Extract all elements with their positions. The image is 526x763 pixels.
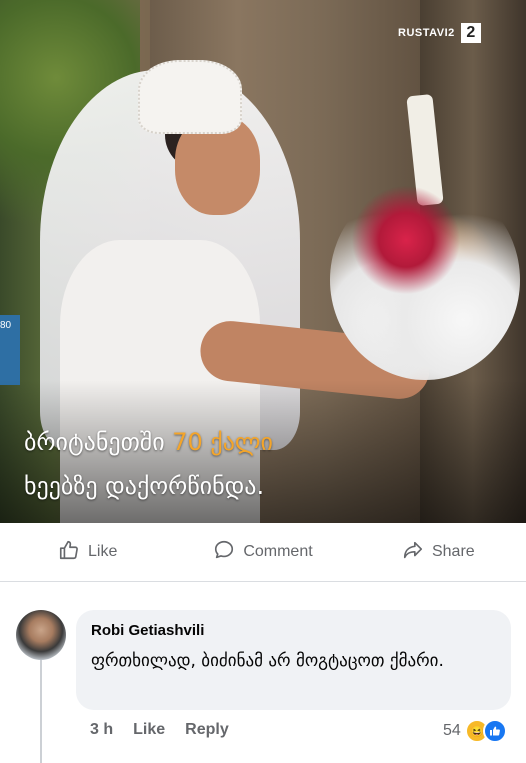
thumbs-up-icon xyxy=(58,539,80,566)
comment-icon xyxy=(213,539,235,566)
share-button[interactable]: Share xyxy=(351,539,526,566)
post-actions-bar: Like Comment Share xyxy=(0,523,526,582)
avatar[interactable] xyxy=(16,610,66,660)
comment-like-link[interactable]: Like xyxy=(133,721,165,739)
comment-text: ფრთხილად, ბიძინამ არ მოგტაცოთ ქმარი. xyxy=(91,651,444,671)
comment-reactions[interactable]: 54 😆 xyxy=(443,719,507,743)
caption-line-1: ბრიტანეთში 70 ქალი xyxy=(24,420,273,464)
reaction-count: 54 xyxy=(443,722,461,739)
watermark-badge: 2 xyxy=(460,23,481,43)
comment-meta: 3 h Like Reply xyxy=(90,721,229,739)
comment-author[interactable]: Robi Getiashvili xyxy=(91,622,204,639)
caption-highlight: 70 ქალი xyxy=(172,428,273,456)
share-label: Share xyxy=(431,543,475,560)
post-photo[interactable]: 80 RUSTAVI2 2 ბრიტანეთში 70 ქალი ხეებზე … xyxy=(0,0,526,523)
bride-headpiece xyxy=(138,60,242,134)
watermark-text: RUSTAVI2 xyxy=(398,27,455,39)
caption-text: ბრიტანეთში xyxy=(24,428,173,456)
like-label: Like xyxy=(87,543,118,560)
comment-reply-link[interactable]: Reply xyxy=(185,721,229,739)
like-button[interactable]: Like xyxy=(0,539,175,566)
comment-timestamp[interactable]: 3 h xyxy=(90,721,113,739)
flower-bouquet xyxy=(330,180,520,380)
comment-button[interactable]: Comment xyxy=(175,539,350,566)
comment-label: Comment xyxy=(243,543,313,560)
share-icon xyxy=(402,539,424,566)
like-reaction-icon xyxy=(482,719,507,743)
background-sign-text: 80 xyxy=(0,320,12,331)
caption-line-2: ხეებზე დაქორწინდა. xyxy=(24,472,265,500)
channel-watermark: RUSTAVI2 2 xyxy=(398,23,481,43)
thread-line xyxy=(40,660,42,763)
post-caption: ბრიტანეთში 70 ქალი ხეებზე დაქორწინდა. xyxy=(24,420,273,508)
